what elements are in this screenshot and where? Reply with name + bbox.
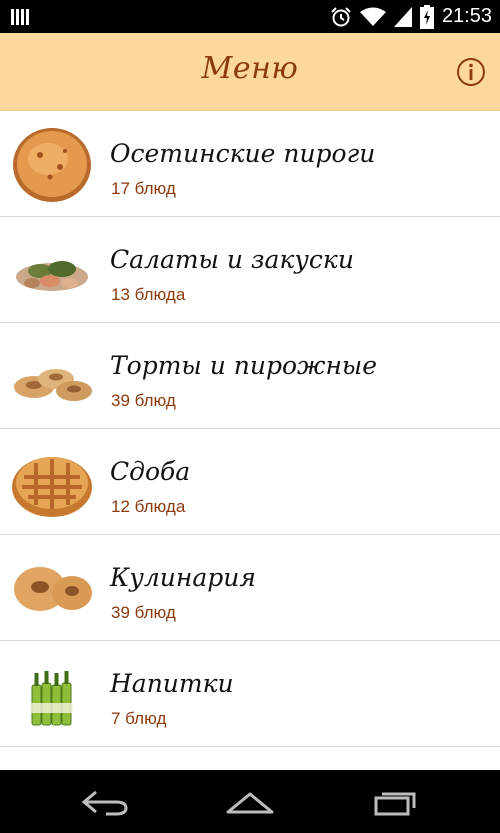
menu-item-name: Осетинские пироги: [110, 139, 376, 168]
signal-bars-icon: [11, 9, 29, 25]
menu-item-cakes[interactable]: Торты и пирожные 39 блюд: [0, 323, 500, 429]
battery-charging-icon: [419, 4, 434, 29]
menu-item-count: 13 блюда: [111, 285, 186, 304]
drinks-image: [30, 671, 73, 726]
home-icon[interactable]: [222, 784, 278, 820]
pastries-image: [14, 369, 92, 401]
menu-item-count: 39 блюд: [111, 603, 176, 622]
bagels-image: [14, 567, 92, 611]
clock-time: 21:53: [441, 5, 492, 27]
menu-item-sdoba[interactable]: Сдоба 12 блюда: [0, 429, 500, 535]
status-bar: 21:53: [0, 0, 500, 33]
menu-item-count: 7 блюд: [111, 709, 167, 728]
menu-item-name: Торты и пирожные: [110, 351, 378, 380]
alarm-icon: [331, 6, 351, 26]
recent-apps-icon[interactable]: [368, 784, 424, 820]
back-icon[interactable]: [76, 784, 132, 820]
menu-item-count: 12 блюда: [111, 497, 186, 516]
menu-item-drinks[interactable]: Напитки 7 блюд: [0, 641, 500, 747]
sweet-pie-image: [12, 457, 92, 517]
menu-item-culinary[interactable]: Кулинария 39 блюд: [0, 535, 500, 641]
menu-item-ossetian-pies[interactable]: Осетинские пироги 17 блюд: [0, 111, 500, 217]
menu-item-name: Салаты и закуски: [110, 245, 354, 274]
menu-item-salads[interactable]: Салаты и закуски 13 блюда: [0, 217, 500, 323]
info-icon[interactable]: [456, 57, 486, 87]
menu-item-name: Кулинария: [110, 563, 256, 592]
page-title: Меню: [201, 51, 299, 86]
menu-item-count: 17 блюд: [111, 179, 176, 198]
menu-item-name: Напитки: [110, 669, 234, 698]
ossetian-pie-image: [13, 128, 91, 202]
menu-item-count: 39 блюд: [111, 391, 176, 410]
menu-item-name: Сдоба: [110, 457, 191, 486]
wifi-icon: [359, 7, 386, 26]
menu-list: Осетинские пироги 17 блюд Салаты и закус…: [0, 111, 500, 747]
cell-signal-icon: [393, 6, 412, 27]
system-nav-bar: [0, 770, 500, 833]
app-header: Меню: [0, 33, 500, 111]
salad-image: [16, 261, 88, 291]
